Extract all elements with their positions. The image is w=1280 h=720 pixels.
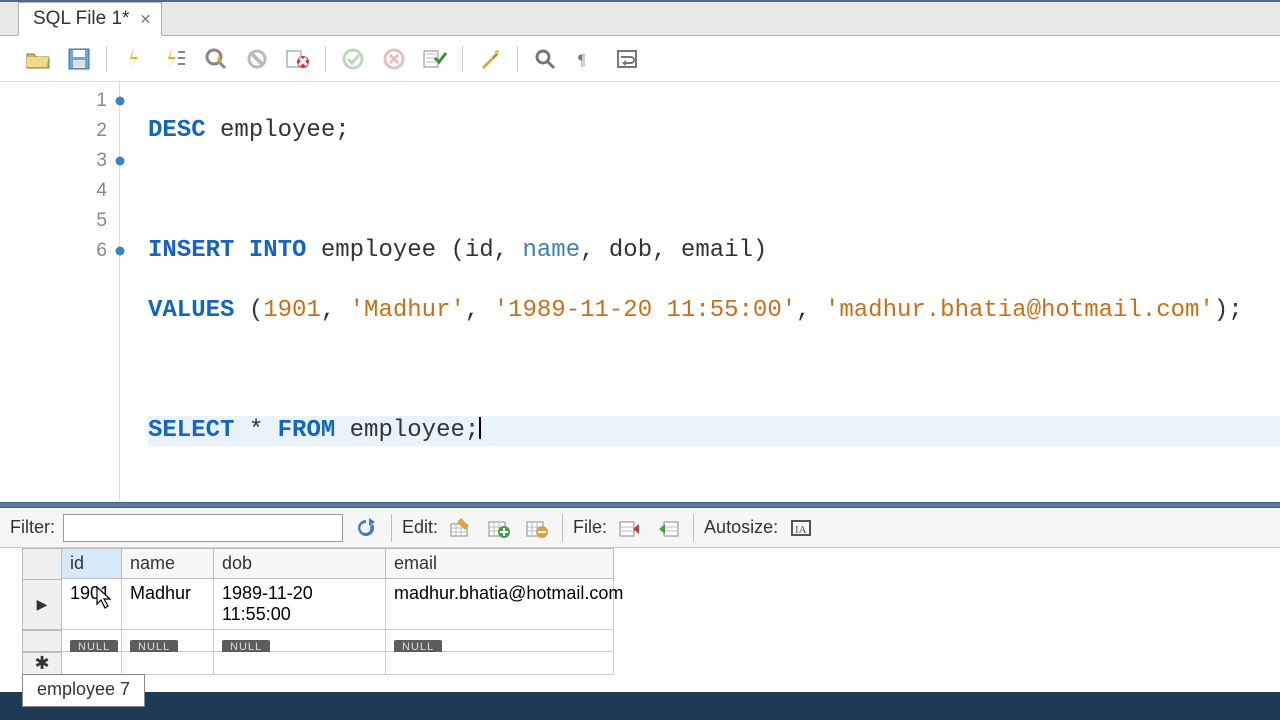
result-grid[interactable]: id name dob email ▶ 1901 Madhur 1989-11-… (0, 548, 1280, 675)
cell-empty[interactable] (214, 652, 386, 675)
table-row[interactable]: ▶ 1901 Madhur 1989-11-20 11:55:00 madhur… (22, 579, 1280, 630)
result-tab[interactable]: employee 7 (22, 674, 145, 707)
autosize-icon[interactable]: IA (786, 514, 816, 542)
column-header-id[interactable]: id (62, 548, 122, 579)
rollback-icon[interactable] (378, 44, 410, 74)
cell-name[interactable]: Madhur (122, 579, 214, 630)
stop-icon[interactable] (241, 44, 273, 74)
line-number: 5 (0, 206, 119, 236)
column-header-dob[interactable]: dob (214, 548, 386, 579)
explain-icon[interactable] (200, 44, 232, 74)
results-toolbar: Filter: Edit: File: Autosize: IA (0, 508, 1280, 548)
save-icon[interactable] (63, 44, 95, 74)
cell-empty[interactable] (386, 652, 614, 675)
delete-row-icon[interactable] (522, 514, 552, 542)
cell-null[interactable]: NULL (386, 630, 614, 652)
wrap-icon[interactable] (611, 44, 643, 74)
svg-text:IA: IA (795, 524, 807, 536)
edit-label: Edit: (402, 517, 438, 538)
insert-row-icon: ✱ (22, 652, 62, 675)
table-row-insert[interactable]: ✱ (22, 652, 1280, 675)
cell-dob[interactable]: 1989-11-20 11:55:00 (214, 579, 386, 630)
beautify-icon[interactable] (474, 44, 506, 74)
svg-text:¶: ¶ (578, 52, 586, 69)
open-file-icon[interactable] (22, 44, 54, 74)
find-icon[interactable] (529, 44, 561, 74)
tab-title: SQL File 1* (33, 8, 129, 30)
cell-empty[interactable] (62, 652, 122, 675)
separator (693, 514, 694, 542)
edit-row-icon[interactable] (446, 514, 476, 542)
refresh-icon[interactable] (351, 514, 381, 542)
text-cursor (479, 417, 481, 439)
separator (391, 514, 392, 542)
cell-null[interactable]: NULL (122, 630, 214, 652)
table-row-new[interactable]: NULL NULL NULL NULL (22, 630, 1280, 652)
file-tab[interactable]: SQL File 1* ✕ (18, 2, 162, 36)
current-row-icon: ▶ (22, 579, 62, 630)
line-gutter: 1 2 3 4 5 6 (0, 82, 120, 502)
new-row-icon (22, 630, 62, 652)
export-icon[interactable] (615, 514, 645, 542)
filter-input[interactable] (63, 514, 343, 542)
execute-current-icon[interactable] (159, 44, 191, 74)
code-area[interactable]: DESC employee; INSERT INTO employee (id,… (120, 82, 1280, 502)
autosize-label: Autosize: (704, 517, 778, 538)
editor-toolbar: ¶ (0, 36, 1280, 82)
toolbar-separator (325, 46, 326, 72)
file-label: File: (573, 517, 607, 538)
import-icon[interactable] (653, 514, 683, 542)
line-number: 4 (0, 176, 119, 206)
close-icon[interactable]: ✕ (139, 12, 151, 26)
execute-icon[interactable] (118, 44, 150, 74)
commit-icon[interactable] (337, 44, 369, 74)
toolbar-separator (517, 46, 518, 72)
bottom-status-bar: employee 7 (0, 692, 1280, 720)
column-header-name[interactable]: name (122, 548, 214, 579)
line-number: 1 (0, 86, 119, 116)
autocommit-icon[interactable] (419, 44, 451, 74)
line-number: 2 (0, 116, 119, 146)
sql-editor[interactable]: 1 2 3 4 5 6 DESC employee; INSERT INTO e… (0, 82, 1280, 502)
invisible-chars-icon[interactable]: ¶ (570, 44, 602, 74)
filter-label: Filter: (10, 517, 55, 538)
stop-script-icon[interactable] (282, 44, 314, 74)
tab-bar: SQL File 1* ✕ (0, 2, 1280, 36)
column-header-email[interactable]: email (386, 548, 614, 579)
cell-null[interactable]: NULL (214, 630, 386, 652)
cell-empty[interactable] (122, 652, 214, 675)
cell-id[interactable]: 1901 (62, 579, 122, 630)
separator (562, 514, 563, 542)
row-marker-header (22, 548, 62, 579)
cell-email[interactable]: madhur.bhatia@hotmail.com (386, 579, 614, 630)
add-row-icon[interactable] (484, 514, 514, 542)
grid-header-row: id name dob email (22, 548, 1280, 579)
line-number: 6 (0, 236, 119, 266)
toolbar-separator (462, 46, 463, 72)
cell-null[interactable]: NULL (62, 630, 122, 652)
line-number: 3 (0, 146, 119, 176)
toolbar-separator (106, 46, 107, 72)
